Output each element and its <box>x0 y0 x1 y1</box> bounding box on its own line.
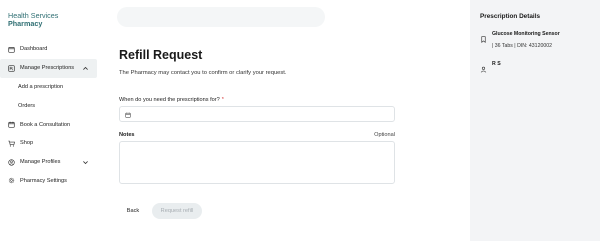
sidebar-item-manage-prescriptions[interactable]: Manage Prescriptions <box>0 58 97 78</box>
sidebar-item-label: Manage Profiles <box>20 159 61 166</box>
sidebar: Health Services Pharmacy Dashboard Manag… <box>0 0 100 241</box>
sidebar-item-label: Shop <box>20 140 34 147</box>
cart-icon <box>8 140 15 147</box>
chevron-up-icon[interactable] <box>82 65 89 72</box>
brand-app: Pharmacy <box>8 19 43 29</box>
sidebar-item-label: Manage Prescriptions <box>20 65 75 72</box>
panel-title: Prescription Details <box>480 13 541 20</box>
calendar-icon <box>8 121 15 128</box>
sidebar-item-shop[interactable]: Shop <box>0 134 97 153</box>
sidebar-subitem-orders[interactable]: Orders <box>0 96 97 115</box>
bookmark-icon <box>480 30 487 43</box>
date-question-text: When do you need the prescriptions for? <box>119 97 220 103</box>
sidebar-subitem-add-prescription[interactable]: Add a prescription <box>0 78 97 97</box>
page-subtitle: The Pharmacy may contact you to confirm … <box>119 70 287 76</box>
calendar-icon <box>8 46 15 53</box>
sidebar-item-book-consultation[interactable]: Book a Consultation <box>0 115 97 134</box>
prescription-details-panel: Prescription Details Glucose Monitoring … <box>470 0 600 241</box>
top-bar-placeholder <box>117 7 325 27</box>
date-question-label: When do you need the prescriptions for? * <box>119 97 224 103</box>
user-icon <box>480 60 487 73</box>
page-title: Refill Request <box>119 48 203 62</box>
gear-icon <box>8 177 15 184</box>
sidebar-nav: Dashboard Manage Prescriptions Add a pre… <box>0 40 97 190</box>
request-refill-button[interactable]: Request refill <box>152 203 202 219</box>
brand[interactable]: Health Services Pharmacy <box>8 11 58 29</box>
medication-detail: | 36 Tabs | DIN: 43120002 <box>492 43 552 49</box>
patient-name: R S <box>492 61 501 67</box>
sidebar-item-label: Pharmacy Settings <box>20 177 67 184</box>
notes-optional-hint: Optional <box>374 132 395 138</box>
date-input[interactable] <box>119 106 395 122</box>
profiles-icon <box>8 159 15 166</box>
notes-textarea[interactable] <box>119 141 395 184</box>
sidebar-item-pharmacy-settings[interactable]: Pharmacy Settings <box>0 172 97 191</box>
required-marker: * <box>221 97 224 103</box>
sidebar-item-dashboard[interactable]: Dashboard <box>0 40 97 59</box>
calendar-icon[interactable] <box>125 105 131 123</box>
medication-name: Glucose Monitoring Sensor <box>492 31 560 37</box>
sidebar-item-manage-profiles[interactable]: Manage Profiles <box>0 153 97 172</box>
sidebar-item-label: Dashboard <box>20 46 48 53</box>
prescription-icon <box>8 65 15 72</box>
sidebar-item-label: Book a Consultation <box>20 121 71 128</box>
back-button[interactable]: Back <box>119 203 147 219</box>
chevron-down-icon[interactable] <box>82 159 89 166</box>
